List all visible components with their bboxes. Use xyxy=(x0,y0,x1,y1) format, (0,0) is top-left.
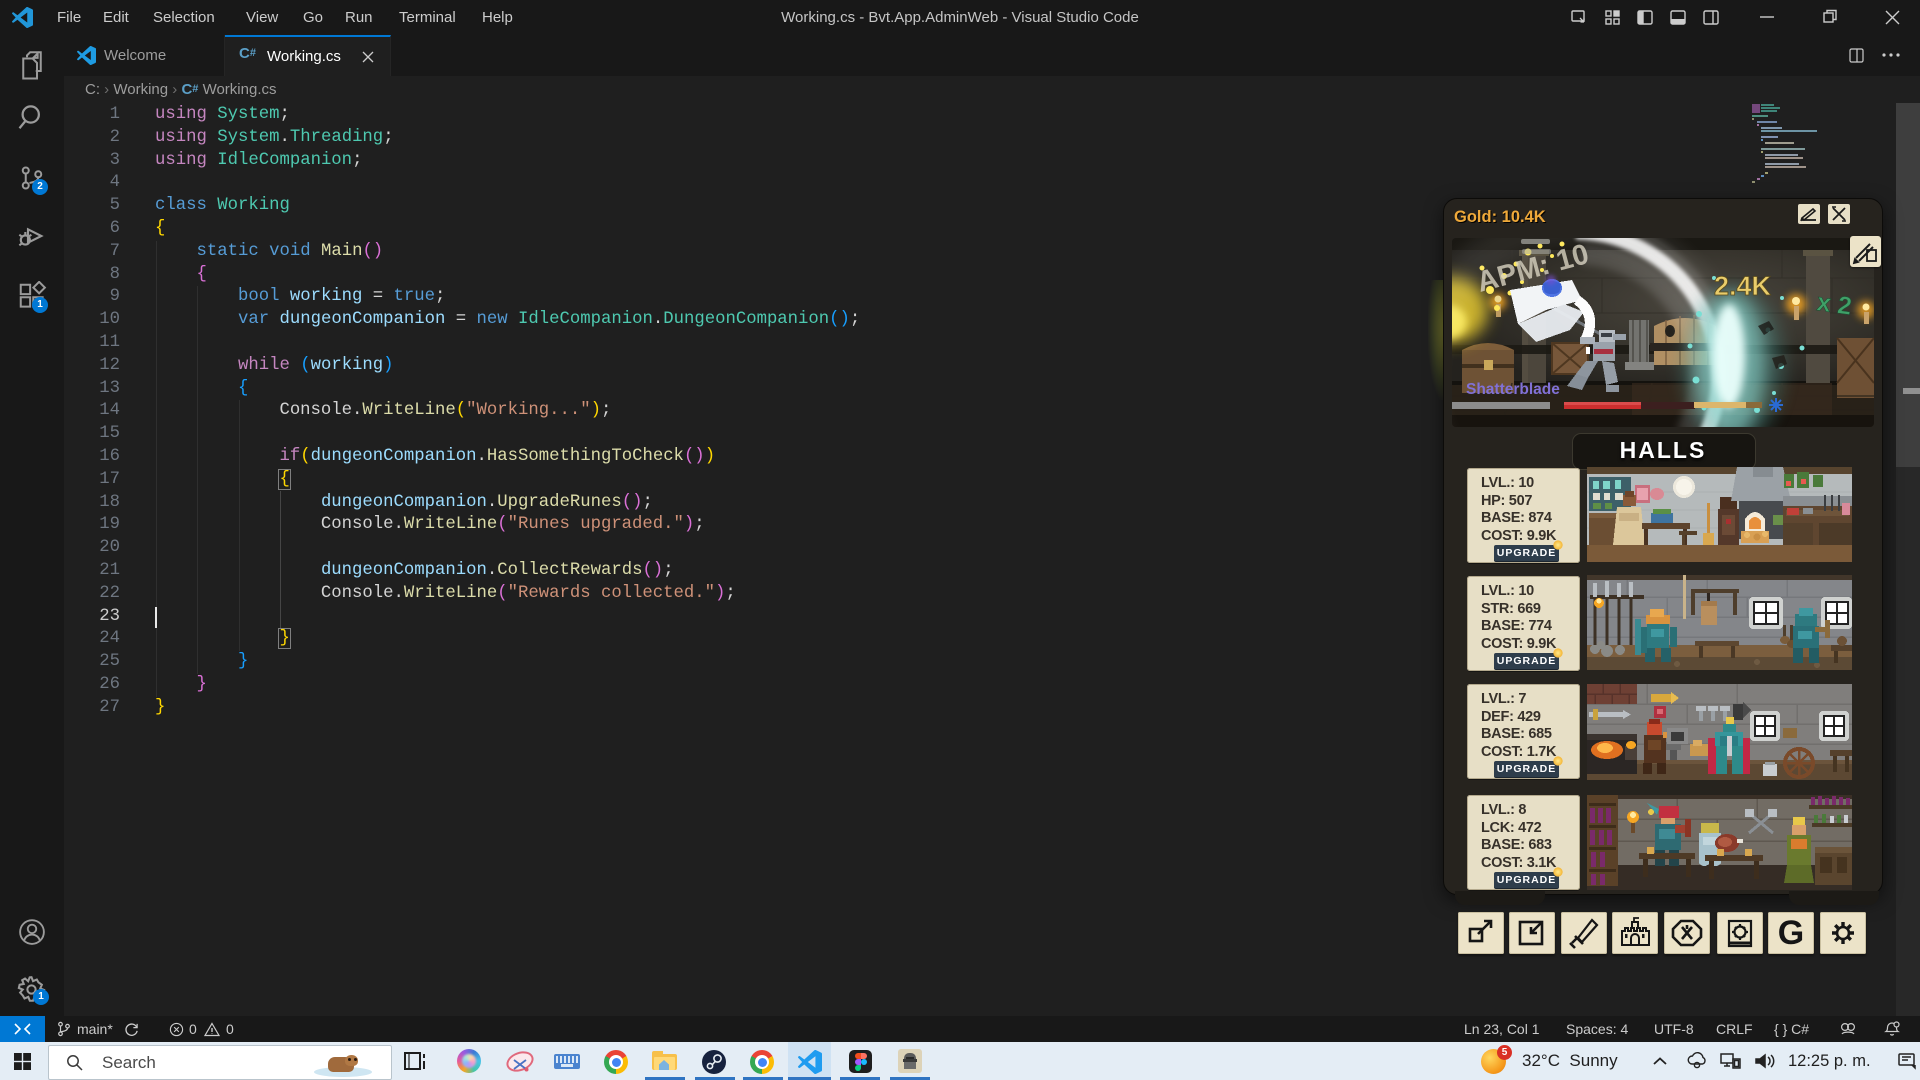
svg-text:2.4K: 2.4K xyxy=(1714,271,1772,301)
svg-text:x 2: x 2 xyxy=(1815,288,1853,321)
svg-text:Shatterblade: Shatterblade xyxy=(1466,381,1560,398)
